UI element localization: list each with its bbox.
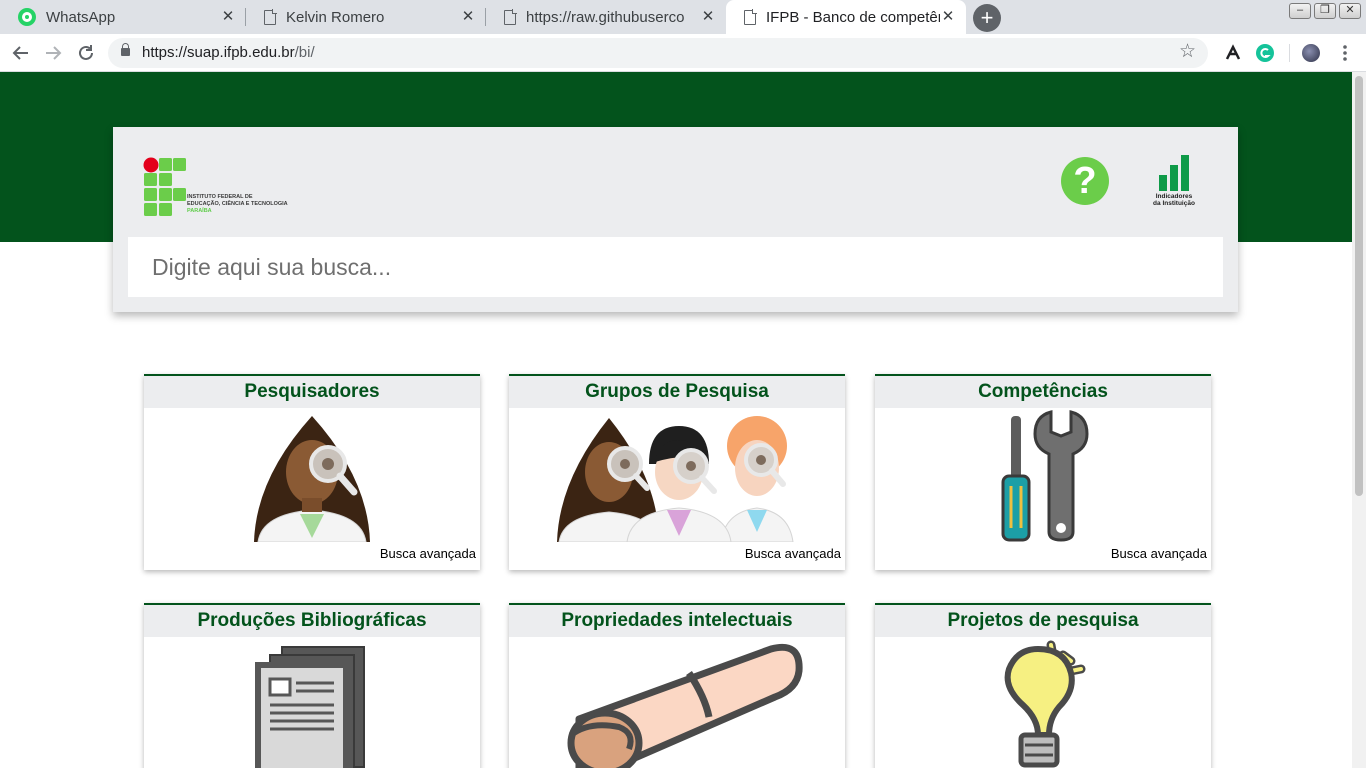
page-content: INSTITUTO FEDERAL DE EDUCAÇÃO, CIÊNCIA E… (0, 72, 1352, 768)
forward-button[interactable] (40, 40, 66, 66)
card-competencias[interactable]: Competências Busca avançada (875, 374, 1211, 570)
scroll-icon (567, 643, 803, 768)
ifpb-logo-icon (143, 157, 186, 216)
browser-tab-bar: WhatsApp ✕ Kelvin Romero ✕ https://raw.g… (0, 0, 1366, 34)
close-tab-icon[interactable]: ✕ (460, 9, 476, 25)
research-group-icon (557, 416, 794, 542)
url-text: https://suap.ifpb.edu.br/bi/ (142, 44, 315, 61)
close-window-button[interactable]: ✕ (1339, 3, 1361, 19)
tab-label: WhatsApp (46, 8, 116, 26)
tab-label: Kelvin Romero (286, 8, 385, 26)
logo-text: INSTITUTO FEDERAL DE EDUCAÇÃO, CIÊNCIA E… (187, 194, 288, 215)
menu-kebab-icon[interactable] (1336, 44, 1354, 62)
tab-label: IFPB - Banco de competên (766, 8, 940, 26)
search-input[interactable] (128, 237, 1223, 297)
extension-icon[interactable] (1224, 44, 1242, 62)
scrollbar-thumb[interactable] (1355, 76, 1363, 496)
minimize-button[interactable]: – (1289, 3, 1311, 19)
advanced-search-link[interactable]: Busca avançada (380, 546, 476, 561)
document-icon (744, 9, 757, 25)
new-tab-button[interactable]: + (973, 4, 1001, 32)
forward-arrow-icon (46, 46, 62, 60)
researcher-icon (254, 416, 370, 542)
card-pesquisadores[interactable]: Pesquisadores Busca avançada (144, 374, 480, 570)
profile-avatar[interactable] (1302, 44, 1320, 62)
browser-tab-kelvin-romero[interactable]: Kelvin Romero ✕ (246, 0, 486, 34)
logo-line-3: PARAÍBA (187, 208, 212, 214)
card-title: Projetos de pesquisa (875, 605, 1211, 637)
url-path: /bi/ (294, 44, 315, 61)
browser-toolbar: https://suap.ifpb.edu.br/bi/ ☆ (0, 34, 1366, 72)
logo-line-1: INSTITUTO FEDERAL DE (187, 194, 253, 200)
grammarly-icon[interactable] (1256, 44, 1274, 62)
card-title: Competências (875, 376, 1211, 408)
ifpb-logo: INSTITUTO FEDERAL DE EDUCAÇÃO, CIÊNCIA E… (143, 157, 303, 217)
tab-label: https://raw.githubuserco (526, 8, 685, 26)
document-icon (504, 9, 517, 25)
page-scrollbar[interactable] (1352, 72, 1366, 768)
card-projetos-de-pesquisa[interactable]: Projetos de pesquisa (875, 603, 1211, 768)
lightbulb-icon (1004, 640, 1086, 768)
header-card: INSTITUTO FEDERAL DE EDUCAÇÃO, CIÊNCIA E… (113, 127, 1238, 312)
whatsapp-icon (18, 8, 36, 26)
card-grupos-de-pesquisa[interactable]: Grupos de Pesquisa Busca avançada (509, 374, 845, 570)
back-arrow-icon (12, 46, 28, 60)
card-propriedades-intelectuais[interactable]: Propriedades intelectuais (509, 603, 845, 768)
restore-button[interactable]: ❐ (1314, 3, 1336, 19)
card-producoes-bibliograficas[interactable]: Produções Bibliográficas (144, 603, 480, 768)
indicators-line-2: da Instituição (1153, 200, 1195, 207)
card-title: Produções Bibliográficas (144, 605, 480, 637)
address-bar[interactable]: https://suap.ifpb.edu.br/bi/ ☆ (108, 38, 1208, 68)
browser-tab-whatsapp[interactable]: WhatsApp ✕ (0, 0, 246, 34)
logo-line-2: EDUCAÇÃO, CIÊNCIA E TECNOLOGIA (187, 201, 288, 207)
indicators-line-1: Indicadores (1155, 193, 1193, 200)
advanced-search-link[interactable]: Busca avançada (745, 546, 841, 561)
close-tab-icon[interactable]: ✕ (940, 9, 956, 25)
help-icon[interactable]: ? (1061, 157, 1109, 205)
bar-chart-icon (1159, 155, 1189, 191)
reload-button[interactable] (73, 40, 99, 66)
url-host: https://suap.ifpb.edu.br (142, 44, 295, 61)
card-title: Pesquisadores (144, 376, 480, 408)
indicators-label: Indicadores da Instituição (1149, 193, 1199, 207)
documents-icon (255, 646, 365, 768)
card-title: Propriedades intelectuais (509, 605, 845, 637)
close-tab-icon[interactable]: ✕ (700, 9, 716, 25)
browser-tab-github-raw[interactable]: https://raw.githubuserco ✕ (486, 0, 726, 34)
lock-icon (121, 43, 130, 56)
document-icon (264, 9, 277, 25)
advanced-search-link[interactable]: Busca avançada (1111, 546, 1207, 561)
reload-icon (79, 45, 93, 60)
bookmark-star-icon[interactable]: ☆ (1179, 40, 1196, 63)
indicators-button[interactable]: Indicadores da Instituição (1149, 155, 1199, 210)
toolbar-divider (1289, 44, 1290, 62)
card-title: Grupos de Pesquisa (509, 376, 845, 408)
tools-icon (1001, 410, 1089, 542)
close-tab-icon[interactable]: ✕ (220, 9, 236, 25)
browser-tab-ifpb[interactable]: IFPB - Banco de competên ✕ (726, 0, 966, 34)
back-button[interactable] (8, 40, 34, 66)
